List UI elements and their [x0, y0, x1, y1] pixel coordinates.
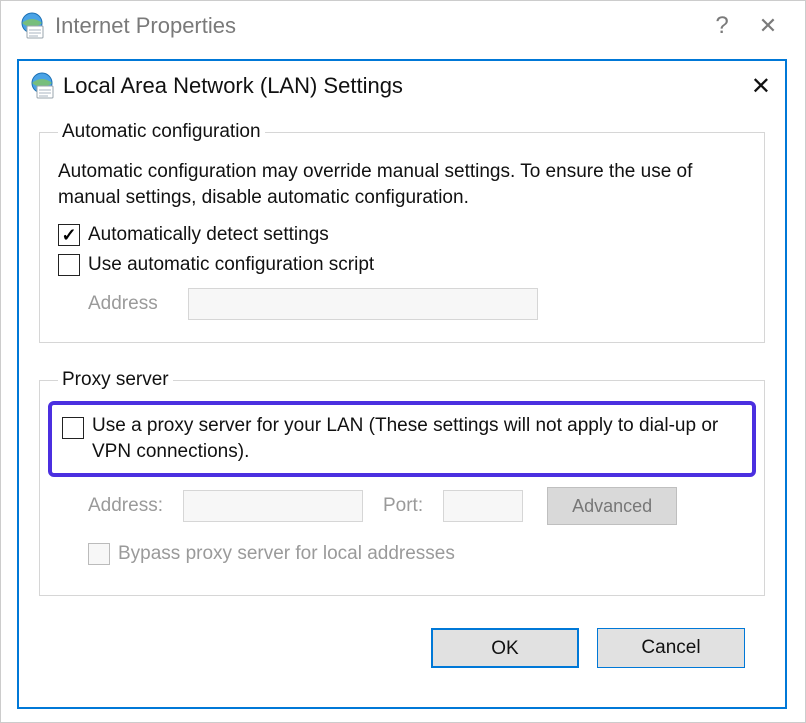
automatic-configuration-group: Automatic configuration Automatic config…	[39, 121, 765, 343]
parent-window-title: Internet Properties	[55, 13, 699, 39]
use-proxy-label[interactable]: Use a proxy server for your LAN (These s…	[92, 413, 742, 464]
proxy-port-input	[443, 490, 523, 522]
proxy-fields-row: Address: Port: Advanced	[88, 487, 746, 525]
dialog-button-row: OK Cancel	[39, 622, 765, 668]
internet-options-icon	[19, 12, 47, 40]
use-script-checkbox[interactable]	[58, 254, 80, 276]
ok-button[interactable]: OK	[431, 628, 579, 668]
script-address-label: Address	[88, 293, 178, 315]
use-proxy-highlight: Use a proxy server for your LAN (These s…	[48, 401, 756, 476]
lan-settings-dialog: Local Area Network (LAN) Settings ✕ Auto…	[17, 59, 787, 709]
dialog-close-button[interactable]: ✕	[731, 72, 771, 101]
script-address-row: Address	[88, 288, 746, 320]
parent-close-button[interactable]: ✕	[745, 13, 791, 39]
cancel-button[interactable]: Cancel	[597, 628, 745, 668]
advanced-button: Advanced	[547, 487, 677, 525]
auto-detect-row: Automatically detect settings	[58, 224, 746, 246]
bypass-row: Bypass proxy server for local addresses	[88, 543, 746, 565]
dialog-title: Local Area Network (LAN) Settings	[63, 73, 731, 99]
use-proxy-row: Use a proxy server for your LAN (These s…	[62, 413, 742, 464]
use-script-label[interactable]: Use automatic configuration script	[88, 254, 374, 276]
bypass-checkbox	[88, 543, 110, 565]
dialog-body: Automatic configuration Automatic config…	[19, 111, 785, 684]
auto-config-description: Automatic configuration may override man…	[58, 159, 746, 210]
internet-properties-window: Internet Properties ? ✕ Local Area Netwo…	[0, 0, 806, 723]
auto-config-legend: Automatic configuration	[58, 121, 265, 143]
script-address-input	[188, 288, 538, 320]
proxy-port-label: Port:	[383, 495, 423, 517]
parent-titlebar: Internet Properties ? ✕	[1, 1, 805, 51]
proxy-address-input	[183, 490, 363, 522]
use-proxy-checkbox[interactable]	[62, 417, 84, 439]
lan-settings-icon	[29, 72, 57, 100]
proxy-legend: Proxy server	[58, 369, 173, 391]
proxy-address-label: Address:	[88, 495, 163, 517]
dialog-titlebar: Local Area Network (LAN) Settings ✕	[19, 61, 785, 111]
help-button[interactable]: ?	[699, 12, 745, 40]
use-script-row: Use automatic configuration script	[58, 254, 746, 276]
bypass-label: Bypass proxy server for local addresses	[118, 543, 455, 565]
auto-detect-label[interactable]: Automatically detect settings	[88, 224, 329, 246]
auto-detect-checkbox[interactable]	[58, 224, 80, 246]
proxy-server-group: Proxy server Use a proxy server for your…	[39, 369, 765, 595]
